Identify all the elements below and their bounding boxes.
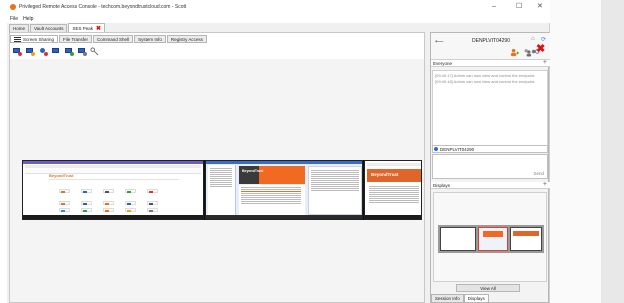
background-area xyxy=(550,0,624,303)
remote-monitor-2[interactable]: BeyondTrust xyxy=(205,160,363,220)
remote-taskbar xyxy=(23,215,203,219)
send-button[interactable]: Send xyxy=(533,171,544,176)
panel-header: ⟵ DENPLVIT04290 ⌂ ⟳ ✖ xyxy=(431,33,550,60)
minimize-button[interactable]: – xyxy=(492,2,496,12)
home-icon[interactable]: ⌂ xyxy=(531,36,535,42)
menu-file[interactable]: File xyxy=(10,16,18,22)
chat-message-input[interactable]: Send xyxy=(432,154,548,179)
tab-label: Command Shell xyxy=(97,36,130,42)
brand-logo: BeyondTrust xyxy=(371,172,399,177)
session-tool-panel: Screen Sharing File Transfer Command She… xyxy=(9,32,425,303)
session-tabs: Home Vault Accounts SES Peak ✖ xyxy=(7,23,106,32)
monitor-multi-icon[interactable] xyxy=(64,47,74,56)
brand-logo: BeyondTrust xyxy=(242,169,264,173)
displays-preview xyxy=(433,192,547,282)
expand-icon[interactable]: + xyxy=(543,181,547,188)
menu-icon[interactable] xyxy=(14,36,21,42)
displays-section-header: Displays + xyxy=(431,181,550,189)
tab-system-info[interactable]: System Info xyxy=(134,35,166,43)
display-thumbnail-1[interactable] xyxy=(440,227,476,251)
tab-label: Registry Access xyxy=(170,36,203,42)
scrollbar-strip xyxy=(601,0,624,303)
end-session-icon[interactable]: ✖ xyxy=(536,44,545,55)
remote-screen-view[interactable]: BeyondTrust BeyondTrust BeyondTrust xyxy=(10,59,424,302)
browser-tabbar xyxy=(23,161,203,164)
refresh-icon[interactable]: ⟳ xyxy=(541,36,546,43)
tab-screen-sharing[interactable]: Screen Sharing xyxy=(10,35,59,43)
monitor-sharing-icon[interactable] xyxy=(12,47,22,56)
tab-home[interactable]: Home xyxy=(9,24,30,32)
app-logo-icon xyxy=(10,4,16,10)
tab-session[interactable]: SES Peak ✖ xyxy=(68,23,105,32)
menu-help[interactable]: Help xyxy=(23,16,33,22)
tab-label: Vault Accounts xyxy=(34,26,64,31)
display-thumbnail-2[interactable] xyxy=(478,227,508,251)
session-side-panel: ⟵ DENPLVIT04290 ⌂ ⟳ ✖ Everyone + [09:40:… xyxy=(430,32,550,303)
tab-registry-access[interactable]: Registry Access xyxy=(166,35,207,43)
chat-message: [09:40:18] Admin can now view and contro… xyxy=(435,79,536,84)
everyone-label: Everyone xyxy=(433,61,453,66)
tab-session-info[interactable]: Session Info xyxy=(431,294,464,303)
person-icon xyxy=(434,147,438,151)
tab-command-shell[interactable]: Command Shell xyxy=(93,35,134,43)
tab-label: SES Peak xyxy=(72,25,93,31)
user-icon[interactable] xyxy=(38,47,48,56)
chat-log: [09:40:17] Admin can now view and contro… xyxy=(432,70,548,146)
menu-bar: File Help xyxy=(7,14,550,23)
tab-label: File Transfer xyxy=(63,36,89,42)
close-tab-icon[interactable]: ✖ xyxy=(96,25,101,32)
back-arrow-icon[interactable]: ⟵ xyxy=(435,38,444,45)
add-user-icon[interactable] xyxy=(510,48,519,57)
close-button[interactable]: ✕ xyxy=(537,2,543,12)
tab-label: Home xyxy=(13,26,26,31)
tab-file-transfer[interactable]: File Transfer xyxy=(59,35,93,43)
chat-section-header: Everyone + xyxy=(431,59,550,67)
recipient-name: DENPLVIT04290 xyxy=(440,147,475,152)
tab-displays[interactable]: Displays xyxy=(463,294,489,303)
endpoint-name: DENPLVIT04290 xyxy=(472,38,510,44)
display-thumbnail-3[interactable] xyxy=(510,227,542,251)
tab-label: System Info xyxy=(138,36,162,42)
screen-sharing-toolbar xyxy=(12,46,100,56)
display-thumbnails xyxy=(438,225,544,253)
expand-icon[interactable]: + xyxy=(543,59,547,66)
monitor-lock-icon[interactable] xyxy=(77,47,87,56)
tab-label: Screen Sharing xyxy=(23,36,55,42)
displays-label: Displays xyxy=(433,183,451,188)
tab-vault-accounts[interactable]: Vault Accounts xyxy=(30,24,68,32)
app-window: Privileged Remote Access Console - techc… xyxy=(7,0,550,303)
window-title: Privileged Remote Access Console - techc… xyxy=(19,4,187,10)
chat-recipient-selector[interactable]: DENPLVIT04290 xyxy=(432,145,548,153)
view-all-button[interactable]: View All xyxy=(456,284,520,292)
panel-bottom-tabs: Session Info Displays xyxy=(431,294,489,303)
remote-monitors[interactable]: BeyondTrust BeyondTrust BeyondTrust xyxy=(22,160,422,220)
title-bar: Privileged Remote Access Console - techc… xyxy=(7,0,550,14)
monitor-control-icon[interactable] xyxy=(25,47,35,56)
remote-monitor-1[interactable]: BeyondTrust xyxy=(22,160,204,220)
key-icon[interactable] xyxy=(90,46,100,56)
maximize-button[interactable]: ☐ xyxy=(516,2,522,12)
brand-logo: BeyondTrust xyxy=(49,173,74,178)
monitor-display-icon[interactable] xyxy=(51,47,61,56)
feature-tabs: Screen Sharing File Transfer Command She… xyxy=(10,35,208,44)
remote-monitor-3[interactable]: BeyondTrust xyxy=(364,160,422,220)
